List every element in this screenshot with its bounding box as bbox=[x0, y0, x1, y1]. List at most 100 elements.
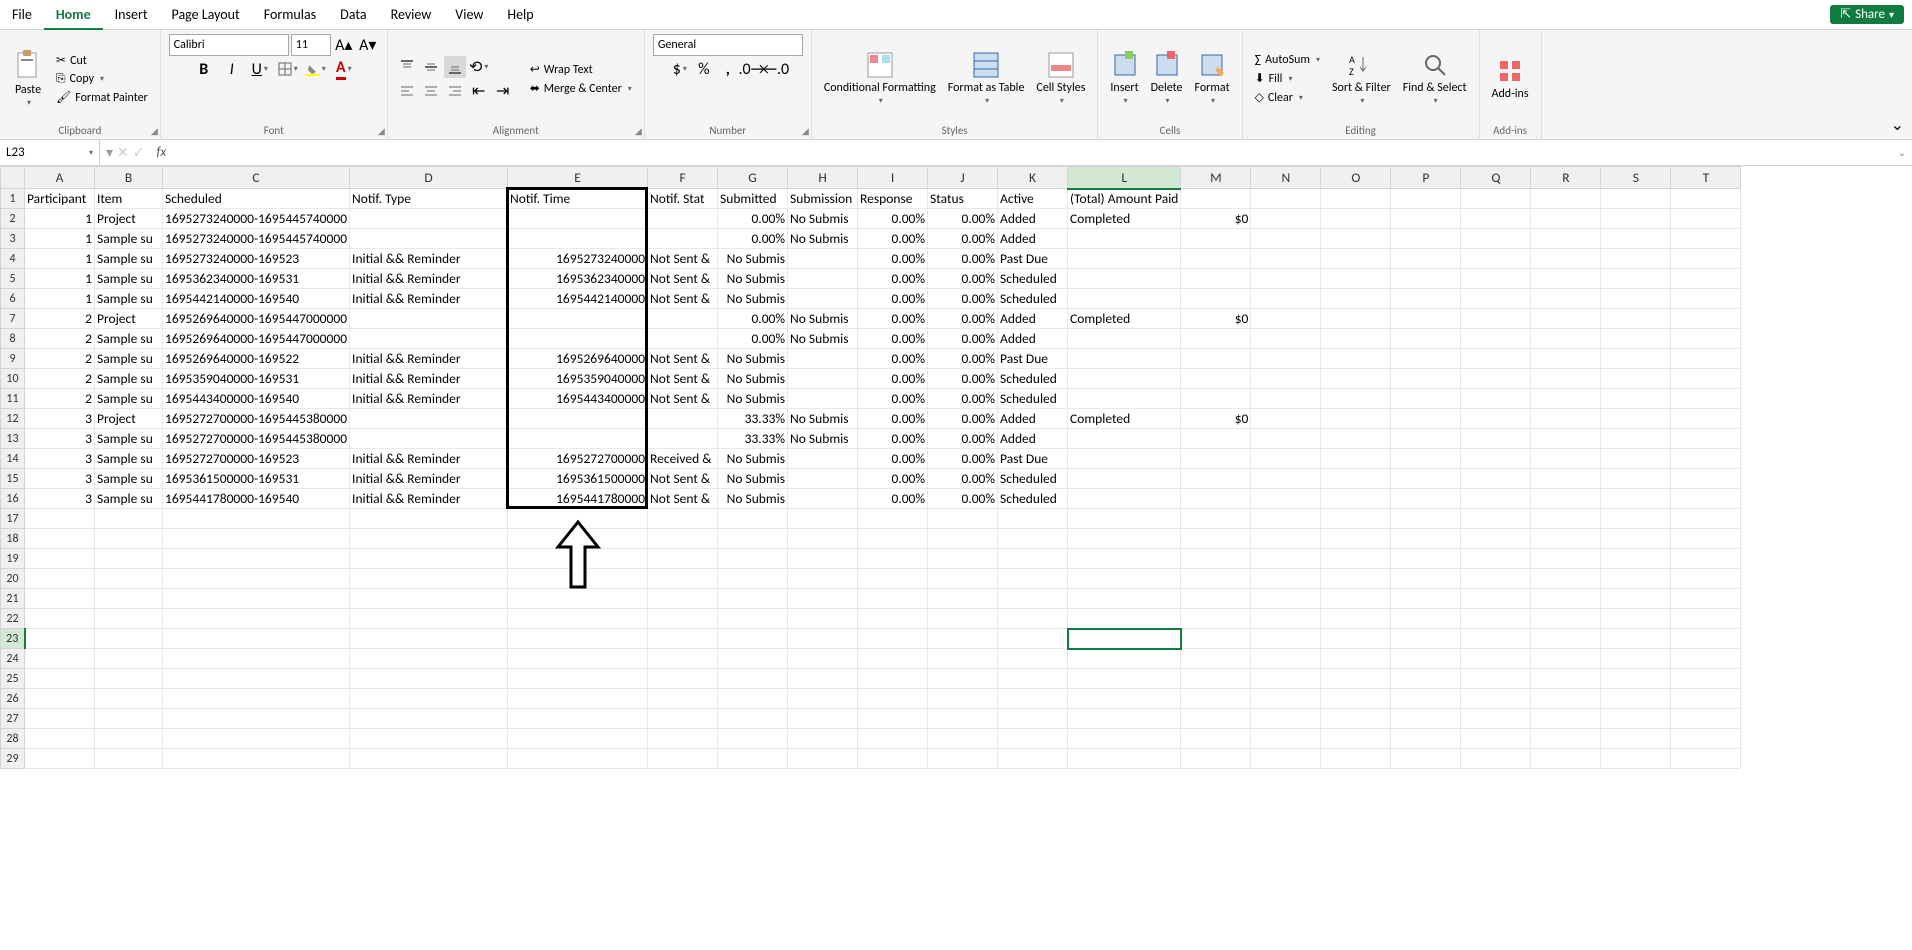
cell-Q11[interactable] bbox=[1461, 389, 1531, 409]
cell-D16[interactable]: Initial && Reminder bbox=[350, 489, 508, 509]
cell-S15[interactable] bbox=[1601, 469, 1671, 489]
cell-I10[interactable]: 0.00% bbox=[858, 369, 928, 389]
cell-N15[interactable] bbox=[1251, 469, 1321, 489]
cell-Q27[interactable] bbox=[1461, 709, 1531, 729]
cell-R13[interactable] bbox=[1531, 429, 1601, 449]
cell-T25[interactable] bbox=[1671, 669, 1741, 689]
col-header-P[interactable]: P bbox=[1391, 167, 1461, 189]
cell-K10[interactable]: Scheduled bbox=[998, 369, 1068, 389]
cell-L16[interactable] bbox=[1068, 489, 1181, 509]
cell-P23[interactable] bbox=[1391, 629, 1461, 649]
cell-A5[interactable]: 1 bbox=[25, 269, 95, 289]
cell-T22[interactable] bbox=[1671, 609, 1741, 629]
cell-D21[interactable] bbox=[350, 589, 508, 609]
row-header-16[interactable]: 16 bbox=[1, 489, 25, 509]
cell-N19[interactable] bbox=[1251, 549, 1321, 569]
formula-input[interactable] bbox=[172, 140, 1892, 165]
cell-L9[interactable] bbox=[1068, 349, 1181, 369]
cell-E6[interactable]: 1695442140000 bbox=[508, 289, 648, 309]
cell-J16[interactable]: 0.00% bbox=[928, 489, 998, 509]
cell-G11[interactable]: No Submis bbox=[718, 389, 788, 409]
cell-S21[interactable] bbox=[1601, 589, 1671, 609]
cell-B18[interactable] bbox=[95, 529, 163, 549]
decrease-font-button[interactable]: A▾ bbox=[357, 34, 379, 56]
cell-R1[interactable] bbox=[1531, 189, 1601, 209]
cell-F28[interactable] bbox=[648, 729, 718, 749]
cell-H1[interactable]: Submission bbox=[788, 189, 858, 209]
cell-A12[interactable]: 3 bbox=[25, 409, 95, 429]
cell-Q10[interactable] bbox=[1461, 369, 1531, 389]
cell-P22[interactable] bbox=[1391, 609, 1461, 629]
cell-E10[interactable]: 1695359040000 bbox=[508, 369, 648, 389]
cell-J10[interactable]: 0.00% bbox=[928, 369, 998, 389]
cell-L1[interactable]: (Total) Amount Paid bbox=[1068, 189, 1181, 209]
cell-L24[interactable] bbox=[1068, 649, 1181, 669]
cell-N7[interactable] bbox=[1251, 309, 1321, 329]
cell-B11[interactable]: Sample su bbox=[95, 389, 163, 409]
cell-D3[interactable] bbox=[350, 229, 508, 249]
cell-T16[interactable] bbox=[1671, 489, 1741, 509]
cell-J4[interactable]: 0.00% bbox=[928, 249, 998, 269]
cell-C18[interactable] bbox=[163, 529, 350, 549]
cell-C21[interactable] bbox=[163, 589, 350, 609]
col-header-B[interactable]: B bbox=[95, 167, 163, 189]
cell-Q15[interactable] bbox=[1461, 469, 1531, 489]
cell-I19[interactable] bbox=[858, 549, 928, 569]
cell-P6[interactable] bbox=[1391, 289, 1461, 309]
cell-S5[interactable] bbox=[1601, 269, 1671, 289]
cell-S14[interactable] bbox=[1601, 449, 1671, 469]
cell-D27[interactable] bbox=[350, 709, 508, 729]
cell-T28[interactable] bbox=[1671, 729, 1741, 749]
cell-B4[interactable]: Sample su bbox=[95, 249, 163, 269]
cell-P29[interactable] bbox=[1391, 749, 1461, 769]
cell-C27[interactable] bbox=[163, 709, 350, 729]
cell-J29[interactable] bbox=[928, 749, 998, 769]
cell-P7[interactable] bbox=[1391, 309, 1461, 329]
cell-G23[interactable] bbox=[718, 629, 788, 649]
align-left-button[interactable] bbox=[396, 80, 418, 102]
cell-J27[interactable] bbox=[928, 709, 998, 729]
cell-R11[interactable] bbox=[1531, 389, 1601, 409]
cell-J18[interactable] bbox=[928, 529, 998, 549]
cell-S28[interactable] bbox=[1601, 729, 1671, 749]
cell-R3[interactable] bbox=[1531, 229, 1601, 249]
cell-H6[interactable] bbox=[788, 289, 858, 309]
cell-C23[interactable] bbox=[163, 629, 350, 649]
cell-A16[interactable]: 3 bbox=[25, 489, 95, 509]
cell-N26[interactable] bbox=[1251, 689, 1321, 709]
cell-L23[interactable] bbox=[1068, 629, 1181, 649]
accept-formula-icon[interactable]: ✓ bbox=[133, 144, 145, 161]
cell-P19[interactable] bbox=[1391, 549, 1461, 569]
cell-M9[interactable] bbox=[1181, 349, 1251, 369]
cell-H23[interactable] bbox=[788, 629, 858, 649]
cell-R4[interactable] bbox=[1531, 249, 1601, 269]
cell-O20[interactable] bbox=[1321, 569, 1391, 589]
cell-L22[interactable] bbox=[1068, 609, 1181, 629]
cell-H29[interactable] bbox=[788, 749, 858, 769]
cell-H22[interactable] bbox=[788, 609, 858, 629]
cell-M16[interactable] bbox=[1181, 489, 1251, 509]
cell-A15[interactable]: 3 bbox=[25, 469, 95, 489]
cell-T27[interactable] bbox=[1671, 709, 1741, 729]
menu-formulas[interactable]: Formulas bbox=[252, 0, 328, 30]
cell-A13[interactable]: 3 bbox=[25, 429, 95, 449]
cell-G21[interactable] bbox=[718, 589, 788, 609]
cell-A1[interactable]: Participant bbox=[25, 189, 95, 209]
currency-button[interactable]: $▾ bbox=[669, 58, 691, 80]
align-top-button[interactable] bbox=[396, 56, 418, 78]
menu-page-layout[interactable]: Page Layout bbox=[160, 0, 252, 30]
row-header-22[interactable]: 22 bbox=[1, 609, 25, 629]
cell-O1[interactable] bbox=[1321, 189, 1391, 209]
cell-E19[interactable] bbox=[508, 549, 648, 569]
cell-M11[interactable] bbox=[1181, 389, 1251, 409]
cell-O27[interactable] bbox=[1321, 709, 1391, 729]
cell-F12[interactable] bbox=[648, 409, 718, 429]
row-header-18[interactable]: 18 bbox=[1, 529, 25, 549]
cell-B29[interactable] bbox=[95, 749, 163, 769]
cell-K26[interactable] bbox=[998, 689, 1068, 709]
insert-cells-button[interactable]: Insert▾ bbox=[1106, 49, 1142, 109]
cell-A3[interactable]: 1 bbox=[25, 229, 95, 249]
cell-J3[interactable]: 0.00% bbox=[928, 229, 998, 249]
cell-P17[interactable] bbox=[1391, 509, 1461, 529]
cell-B27[interactable] bbox=[95, 709, 163, 729]
